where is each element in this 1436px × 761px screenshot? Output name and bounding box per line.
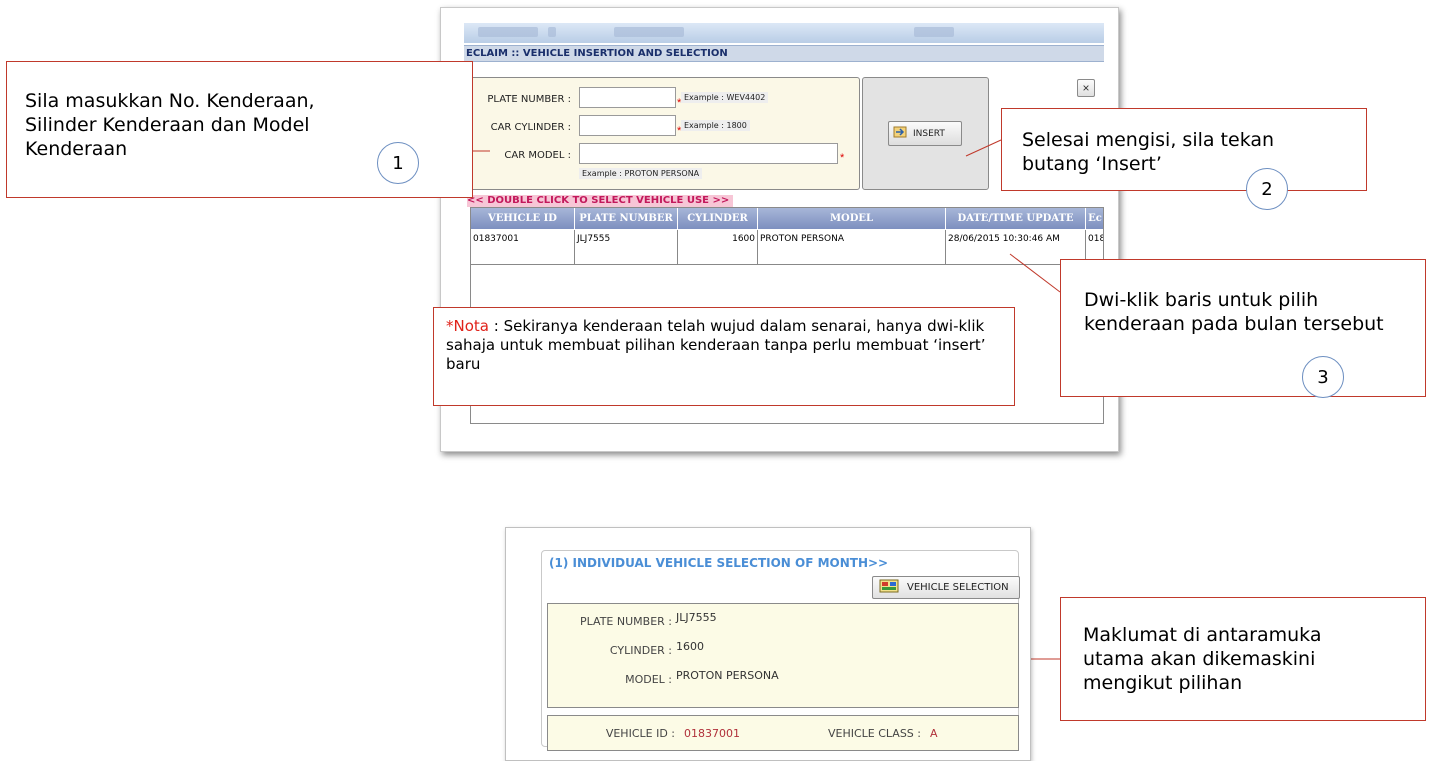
- step-number-2: 2: [1246, 168, 1288, 210]
- callout-main-update: Maklumat di antaramuka utama akan dikema…: [1060, 597, 1426, 721]
- cylinder-label: CYLINDER :: [609, 644, 672, 657]
- note-prefix: *Nota: [446, 317, 489, 335]
- model-value: PROTON PERSONA: [676, 669, 779, 682]
- step-number-1: 1: [377, 142, 419, 184]
- note-box: *Nota : Sekiranya kenderaan telah wujud …: [433, 307, 1015, 406]
- vehicle-class-label: VEHICLE CLASS :: [827, 727, 921, 740]
- cylinder-value: 1600: [676, 640, 704, 653]
- plate-number-label: PLATE NUMBER :: [580, 615, 672, 628]
- selection-legend: (1) INDIVIDUAL VEHICLE SELECTION OF MONT…: [547, 556, 891, 570]
- callout-step-2: Selesai mengisi, sila tekan butang ‘Inse…: [1001, 108, 1367, 191]
- step-number-3: 3: [1302, 356, 1344, 398]
- plate-number-value: JLJ7555: [676, 611, 717, 624]
- vehicle-selection-label: VEHICLE SELECTION: [907, 582, 1009, 593]
- callout-step-3: Dwi-klik baris untuk pilih kenderaan pad…: [1060, 259, 1426, 397]
- note-text: : Sekiranya kenderaan telah wujud dalam …: [446, 317, 986, 373]
- vehicle-selection-panel: (1) INDIVIDUAL VEHICLE SELECTION OF MONT…: [505, 527, 1031, 761]
- callout-text: Sila masukkan No. Kenderaan, Silinder Ke…: [25, 90, 315, 160]
- callout-text: Dwi-klik baris untuk pilih kenderaan pad…: [1084, 289, 1384, 335]
- callout-text: Maklumat di antaramuka utama akan dikema…: [1083, 624, 1322, 694]
- model-label: MODEL :: [625, 673, 672, 686]
- vehicle-selection-button[interactable]: VEHICLE SELECTION: [872, 576, 1020, 599]
- vehicle-class-value: A: [930, 727, 938, 740]
- car-select-icon: [879, 579, 899, 596]
- vehicle-id-label: VEHICLE ID :: [605, 727, 675, 740]
- vehicle-id-value: 01837001: [684, 727, 740, 740]
